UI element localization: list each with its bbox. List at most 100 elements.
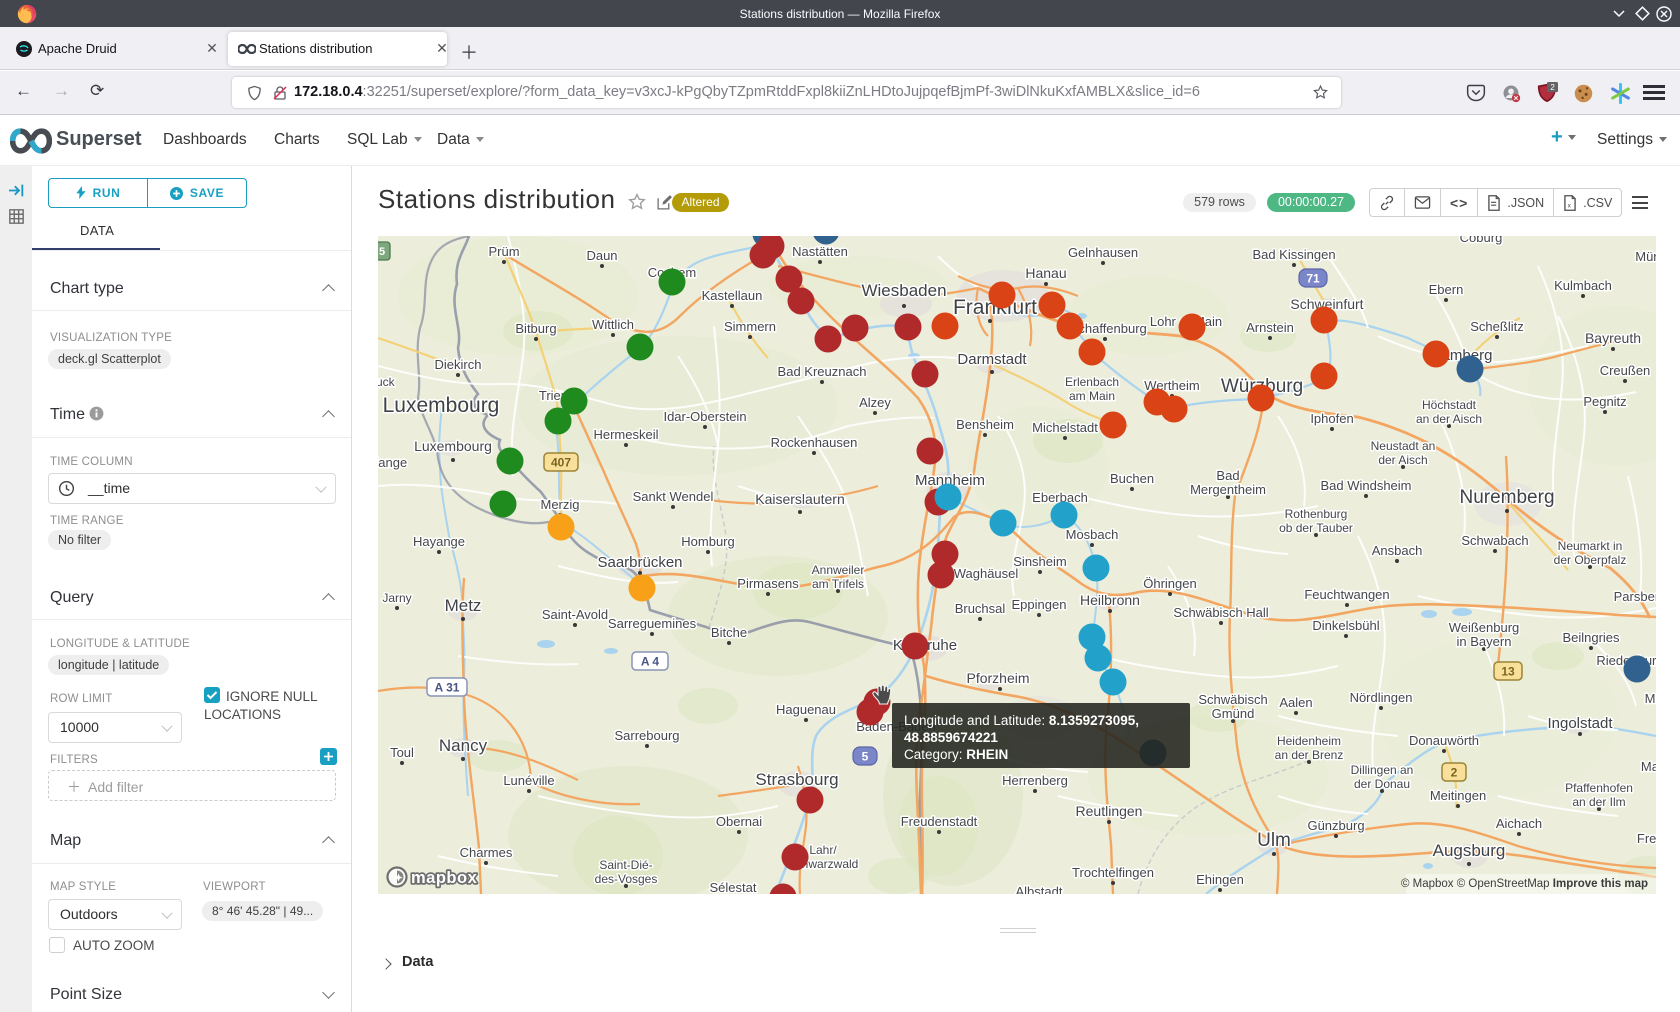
svg-text:© Mapbox © OpenStreetMap Impro: © Mapbox © OpenStreetMap Improve this ma… [1401,878,1648,890]
svg-text:Haguenau: Haguenau [776,702,836,717]
svg-text:Weißenburg: Weißenburg [1449,620,1520,635]
svg-text:Schwabach: Schwabach [1461,533,1528,548]
svg-text:Schwäbisch: Schwäbisch [1198,692,1267,707]
svg-text:Mosbach: Mosbach [1066,527,1119,542]
svg-text:Arnstein: Arnstein [1246,320,1294,335]
svg-text:Rockenhausen: Rockenhausen [771,435,858,450]
svg-text:Bruchsal: Bruchsal [955,601,1006,616]
svg-text:Heilbronn: Heilbronn [1080,592,1140,608]
svg-text:Ansbach: Ansbach [1372,543,1423,558]
svg-text:Meitingen: Meitingen [1430,788,1486,803]
svg-text:Prüm: Prüm [488,244,519,259]
svg-text:Höchstadt: Höchstadt [1422,398,1477,412]
svg-text:Donauwörth: Donauwörth [1409,733,1479,748]
svg-text:Toul: Toul [390,745,414,760]
svg-text:an der Ilm: an der Ilm [1572,795,1625,809]
svg-text:Buchen: Buchen [1110,471,1154,486]
svg-text:Category: RHEIN: Category: RHEIN [904,747,1008,762]
svg-text:Sinsheim: Sinsheim [1013,554,1066,569]
svg-text:Heidenheim: Heidenheim [1277,734,1341,748]
svg-text:Ettelbruck: Ettelbruck [378,375,396,389]
svg-text:Sarreguemines: Sarreguemines [608,616,697,631]
svg-text:Jarny: Jarny [382,591,411,605]
svg-text:Albstadt: Albstadt [1016,884,1063,894]
svg-text:Reutlingen: Reutlingen [1076,803,1143,819]
svg-text:Saint-Dié-: Saint-Dié- [599,858,652,872]
svg-text:Longitude and Latitude: 8.1359: Longitude and Latitude: 8.1359273095, [904,713,1139,728]
svg-text:der Donau: der Donau [1354,777,1410,791]
svg-text:5: 5 [379,246,385,258]
svg-text:Pirmasens: Pirmasens [737,576,799,591]
svg-text:Daun: Daun [586,248,617,263]
svg-text:Günzburg: Günzburg [1307,818,1364,833]
svg-text:Hanau: Hanau [1025,265,1066,281]
svg-text:Saint-Avold: Saint-Avold [542,607,608,622]
svg-text:am Trifels: am Trifels [812,577,864,591]
svg-text:Bitburg: Bitburg [515,321,556,336]
svg-text:Rothenburg: Rothenburg [1285,507,1348,521]
svg-text:Nastätten: Nastätten [792,244,848,259]
svg-text:Kastellaun: Kastellaun [702,288,763,303]
svg-text:Wittlich: Wittlich [592,317,634,332]
svg-text:Waghäusel: Waghäusel [954,566,1019,581]
svg-text:Beilngries: Beilngries [1562,630,1620,645]
svg-text:mapbox: mapbox [411,869,478,887]
svg-text:München: München [1635,249,1656,264]
svg-text:Hayange: Hayange [413,534,465,549]
svg-text:Strasbourg: Strasbourg [755,770,838,789]
svg-text:Kulmbach: Kulmbach [1554,278,1612,293]
svg-text:Coburg: Coburg [1460,236,1503,245]
svg-text:an der Brenz: an der Brenz [1275,748,1344,762]
svg-text:Freising: Freising [1637,831,1656,846]
svg-text:Bad Kreuznach: Bad Kreuznach [778,364,867,379]
svg-text:Freudenstadt: Freudenstadt [901,814,978,829]
svg-text:Bayreuth: Bayreuth [1585,330,1641,346]
svg-text:Parsberg: Parsberg [1614,589,1656,604]
svg-text:Lahr/: Lahr/ [809,843,837,857]
svg-text:71: 71 [1306,272,1320,286]
svg-text:an der Aisch: an der Aisch [1416,412,1482,426]
svg-text:Ehingen: Ehingen [1196,872,1244,887]
svg-text:Augsburg: Augsburg [1433,841,1506,860]
svg-text:Ingolstadt: Ingolstadt [1547,715,1613,732]
svg-text:der Aisch: der Aisch [1378,453,1427,467]
svg-text:Neumarkt in: Neumarkt in [1558,539,1623,553]
svg-text:Lunéville: Lunéville [503,773,554,788]
svg-text:Annweiler: Annweiler [812,563,865,577]
svg-text:Trochtelfingen: Trochtelfingen [1072,865,1154,880]
svg-text:Saarbrücken: Saarbrücken [597,554,682,571]
svg-text:Gmünd: Gmünd [1212,706,1255,721]
svg-text:Creußen: Creußen [1600,363,1651,378]
svg-text:Neustadt an: Neustadt an [1371,439,1436,453]
svg-text:Charmes: Charmes [460,845,513,860]
svg-text:Hagondange: Hagondange [378,455,407,470]
svg-text:Michelstadt: Michelstadt [1032,420,1098,435]
svg-text:Diekirch: Diekirch [435,357,482,372]
svg-text:5: 5 [862,750,869,764]
svg-text:2: 2 [1451,766,1458,780]
svg-text:Aalen: Aalen [1279,695,1312,710]
svg-text:Sankt Wendel: Sankt Wendel [633,489,714,504]
svg-text:Alzey: Alzey [859,395,891,410]
svg-text:Nuremberg: Nuremberg [1459,487,1554,508]
svg-text:x: x [1568,202,1572,209]
svg-text:Dinkelsbühl: Dinkelsbühl [1312,618,1379,633]
svg-text:Hermeskeil: Hermeskeil [593,427,658,442]
svg-text:Aichach: Aichach [1496,816,1542,831]
svg-text:Ebern: Ebern [1429,282,1464,297]
svg-text:Feuchtwangen: Feuchtwangen [1304,587,1389,602]
svg-text:Metz: Metz [445,596,482,615]
svg-text:2: 2 [1550,83,1555,92]
svg-text:Bitche: Bitche [711,625,747,640]
svg-text:Mergentheim: Mergentheim [1190,482,1266,497]
svg-text:Luxembourg: Luxembourg [414,438,492,454]
svg-text:Öhringen: Öhringen [1143,576,1196,591]
svg-text:Sarrebourg: Sarrebourg [614,728,679,743]
svg-text:Pforzheim: Pforzheim [966,670,1029,686]
svg-text:Darmstadt: Darmstadt [957,351,1027,368]
svg-text:Mainburg: Mainburg [1641,759,1656,774]
svg-text:Pfaffenhofen: Pfaffenhofen [1565,781,1633,795]
svg-text:Idar-Oberstein: Idar-Oberstein [663,409,746,424]
svg-text:Ulm: Ulm [1257,830,1291,851]
svg-text:am Main: am Main [1069,389,1115,403]
